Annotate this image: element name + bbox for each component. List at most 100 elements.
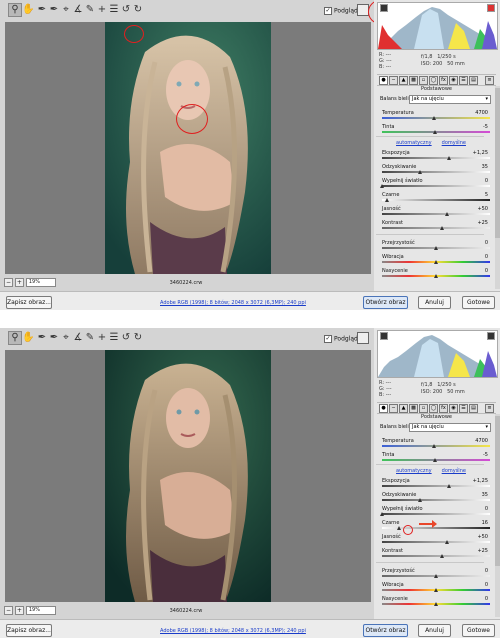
slider-thumb[interactable]	[432, 130, 437, 134]
slider-wibracja[interactable]: Wibracja 0	[380, 582, 492, 594]
slider-thumb[interactable]	[446, 484, 451, 488]
detail-tab-icon[interactable]: ▲	[399, 404, 408, 413]
slider-odzyskiwanie[interactable]: Odzyskiwanie 35	[380, 164, 492, 176]
basic-tab-icon[interactable]: ●	[379, 76, 388, 85]
cancel-button[interactable]: Anuluj	[418, 624, 451, 637]
slider-value[interactable]: +1,25	[473, 150, 488, 156]
crop-tool-icon[interactable]: ⌖	[60, 332, 72, 344]
slider-thumb[interactable]	[431, 444, 436, 448]
lens-tab-icon[interactable]: ◯	[429, 404, 438, 413]
slider-nasycenie[interactable]: Nasycenie 0	[380, 596, 492, 608]
save-image-button[interactable]: Zapisz obraz...	[6, 624, 52, 637]
white-balance-select[interactable]: Jak na ujęciu ▾	[409, 95, 491, 104]
slider-track[interactable]	[382, 199, 490, 201]
slider-jasność[interactable]: Jasność +50	[380, 206, 492, 218]
preview-checkbox[interactable]: ✓ Podgląd	[324, 335, 358, 343]
hand-tool-icon[interactable]: ✋	[22, 4, 34, 16]
slider-value[interactable]: +25	[477, 548, 488, 554]
preferences-tool-icon[interactable]: ☰	[108, 332, 120, 344]
preview-checkbox[interactable]: ✓ Podgląd	[324, 7, 358, 15]
slider-value[interactable]: 4700	[475, 438, 488, 444]
slider-track[interactable]	[382, 117, 490, 119]
open-image-button[interactable]: Otwórz obraz	[363, 296, 408, 309]
effects-tab-icon[interactable]: fx	[439, 76, 448, 85]
retouch-tool-icon[interactable]: ✎	[84, 332, 96, 344]
detail-tab-icon[interactable]: ▲	[399, 76, 408, 85]
slider-przejrzystość[interactable]: Przejrzystość 0	[380, 240, 492, 252]
slider-thumb[interactable]	[434, 574, 438, 578]
slider-kontrast[interactable]: Kontrast +25	[380, 548, 492, 560]
zoom-tool-icon[interactable]: ⚲	[8, 3, 22, 17]
slider-thumb[interactable]	[432, 458, 437, 462]
hsl-tab-icon[interactable]: ▩	[409, 404, 418, 413]
lens-tab-icon[interactable]: ◯	[429, 76, 438, 85]
panel-scrollbar[interactable]	[495, 414, 500, 617]
slider-track[interactable]	[382, 555, 490, 557]
color-sampler-tool-icon[interactable]: ✒	[48, 4, 60, 16]
slider-czarne[interactable]: Czarne 5	[380, 192, 492, 204]
slider-track[interactable]	[382, 445, 490, 447]
white-balance-select[interactable]: Jak na ujęciu ▾	[409, 423, 491, 432]
slider-thumb[interactable]	[385, 198, 390, 202]
highlight-clipping-warning-icon[interactable]	[487, 4, 495, 12]
rotate-right-icon[interactable]: ↻	[132, 332, 144, 344]
scrollbar-thumb[interactable]	[495, 88, 500, 238]
slider-value[interactable]: -5	[483, 124, 488, 130]
slider-track[interactable]	[382, 541, 490, 543]
slider-thumb[interactable]	[434, 260, 438, 264]
snapshots-tab-icon[interactable]: ▤	[469, 404, 478, 413]
rotate-left-icon[interactable]: ↺	[120, 332, 132, 344]
crop-tool-icon[interactable]: ⌖	[60, 4, 72, 16]
slider-value[interactable]: 0	[485, 582, 488, 588]
panel-menu-icon[interactable]: ≡	[485, 404, 494, 413]
slider-track[interactable]	[382, 185, 490, 187]
default-link[interactable]: domyślne	[442, 468, 466, 474]
workflow-options-link[interactable]: Adobe RGB (1998); 8 bitów; 2048 x 3072 (…	[160, 300, 338, 306]
slider-value[interactable]: +50	[477, 206, 488, 212]
open-image-button[interactable]: Otwórz obraz	[363, 624, 408, 637]
slider-thumb[interactable]	[380, 184, 384, 188]
shadow-clipping-warning-icon[interactable]	[380, 4, 388, 12]
red-eye-tool-icon[interactable]: +	[96, 4, 108, 16]
slider-thumb[interactable]	[444, 540, 449, 544]
done-button[interactable]: Gotowe	[462, 296, 495, 309]
slider-value[interactable]: 0	[485, 268, 488, 274]
slider-value[interactable]: 0	[485, 596, 488, 602]
slider-value[interactable]: +1,25	[473, 478, 488, 484]
done-button[interactable]: Gotowe	[462, 624, 495, 637]
slider-value[interactable]: -5	[483, 452, 488, 458]
panel-menu-icon[interactable]: ≡	[485, 76, 494, 85]
camera-calibration-tab-icon[interactable]: ◉	[449, 76, 458, 85]
presets-tab-icon[interactable]: ☰	[459, 404, 468, 413]
presets-tab-icon[interactable]: ☰	[459, 76, 468, 85]
effects-tab-icon[interactable]: fx	[439, 404, 448, 413]
split-toning-tab-icon[interactable]: ▫	[419, 76, 428, 85]
snapshots-tab-icon[interactable]: ▤	[469, 76, 478, 85]
split-toning-tab-icon[interactable]: ▫	[419, 404, 428, 413]
slider-value[interactable]: 0	[485, 568, 488, 574]
slider-odzyskiwanie[interactable]: Odzyskiwanie 35	[380, 492, 492, 504]
slider-thumb[interactable]	[431, 116, 436, 120]
slider-temperatura[interactable]: Temperatura 4700	[380, 110, 492, 122]
camera-calibration-tab-icon[interactable]: ◉	[449, 404, 458, 413]
tone-curve-tab-icon[interactable]: ∽	[389, 404, 398, 413]
cancel-button[interactable]: Anuluj	[418, 296, 451, 309]
white-balance-tool-icon[interactable]: ✒	[36, 4, 48, 16]
slider-kontrast[interactable]: Kontrast +25	[380, 220, 492, 232]
slider-value[interactable]: 4700	[475, 110, 488, 116]
slider-temperatura[interactable]: Temperatura 4700	[380, 438, 492, 450]
slider-track[interactable]	[382, 171, 490, 173]
slider-wibracja[interactable]: Wibracja 0	[380, 254, 492, 266]
hand-tool-icon[interactable]: ✋	[22, 332, 34, 344]
slider-ekspozycja[interactable]: Ekspozycja +1,25	[380, 150, 492, 162]
highlight-clipping-warning-icon[interactable]	[487, 332, 495, 340]
rotate-right-icon[interactable]: ↻	[132, 4, 144, 16]
zoom-tool-icon[interactable]: ⚲	[8, 331, 22, 345]
scrollbar-thumb[interactable]	[495, 416, 500, 566]
slider-thumb[interactable]	[444, 212, 449, 216]
slider-wypełnij-światło[interactable]: Wypełnij światło 0	[380, 178, 492, 190]
slider-track[interactable]	[382, 157, 490, 159]
slider-thumb[interactable]	[380, 512, 384, 516]
slider-value[interactable]: 0	[485, 506, 488, 512]
retouch-tool-icon[interactable]: ✎	[84, 4, 96, 16]
